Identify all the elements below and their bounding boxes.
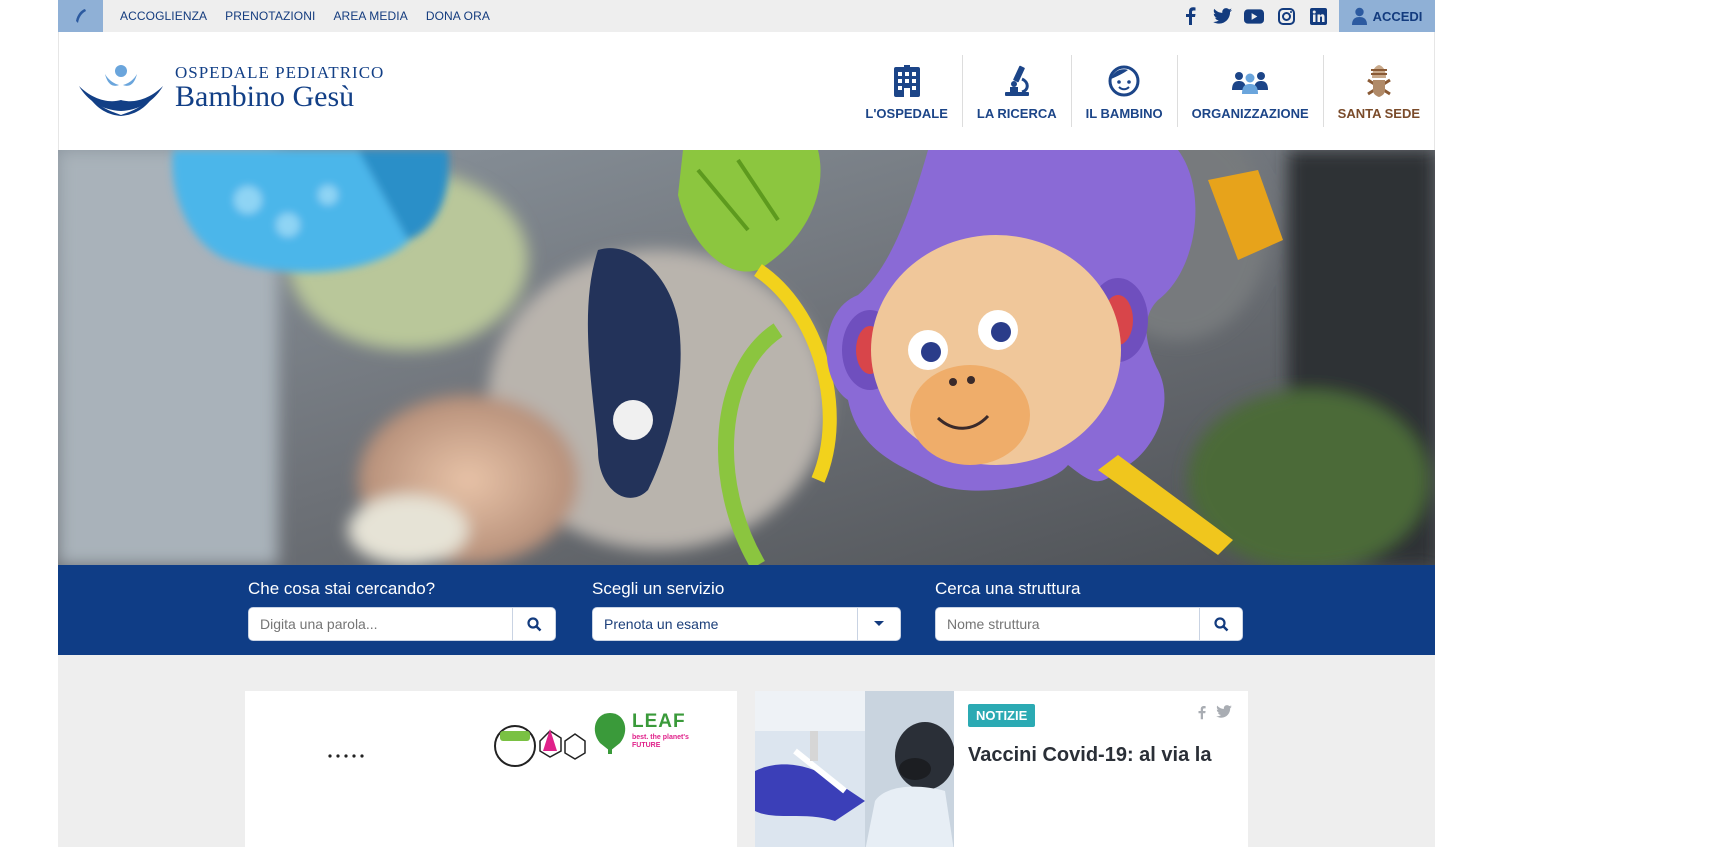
phone-icon [75, 9, 86, 23]
nav-label: LA RICERCA [976, 106, 1057, 121]
structure-search-group: Cerca una struttura [935, 579, 1243, 641]
news-share [1197, 705, 1232, 720]
facebook-icon[interactable] [1180, 6, 1200, 26]
nav-label: ORGANIZZAZIONE [1191, 106, 1309, 121]
service-select-group: Scegli un servizio Prenota un esame [592, 579, 901, 641]
linkedin-icon[interactable] [1308, 6, 1328, 26]
nav-label: L'OSPEDALE [865, 106, 948, 121]
hero-image [58, 150, 1435, 565]
structure-search-input[interactable] [936, 608, 1199, 640]
login-label: ACCEDI [1372, 8, 1423, 24]
leaf-project-card[interactable]: LEAF best. the planet's FUTURE [245, 691, 737, 847]
structure-search-button[interactable] [1199, 608, 1242, 640]
keyword-search-input[interactable] [249, 608, 512, 640]
main-navigation: L'OSPEDALE LA RICERCA IL BAMBINO ORGANIZ… [851, 55, 1434, 127]
search-icon [1213, 616, 1228, 631]
service-selected-value: Prenota un esame [593, 608, 857, 640]
service-select[interactable]: Prenota un esame [592, 607, 901, 641]
link-accoglienza[interactable]: ACCOGLIENZA [120, 9, 207, 23]
nav-item-organizzazione[interactable]: ORGANIZZAZIONE [1176, 55, 1323, 127]
nav-item-bambino[interactable]: IL BAMBINO [1070, 55, 1177, 127]
service-dropdown-button[interactable] [857, 608, 900, 640]
nav-label: IL BAMBINO [1085, 106, 1163, 121]
search-band: Che cosa stai cercando? Scegli un serviz… [58, 565, 1435, 655]
microscope-icon [1004, 65, 1029, 96]
content-area: LEAF best. the planet's FUTURE NOTIZIE V… [58, 655, 1435, 847]
nav-item-ospedale[interactable]: L'OSPEDALE [851, 55, 962, 127]
youtube-icon[interactable] [1244, 6, 1264, 26]
structure-search-label: Cerca una struttura [935, 579, 1081, 598]
news-category-badge: NOTIZIE [968, 704, 1036, 727]
link-prenotazioni[interactable]: PRENOTAZIONI [225, 9, 315, 23]
utility-bar: ACCOGLIENZA PRENOTAZIONI AREA MEDIA DONA… [58, 0, 1435, 32]
keyword-search-box [248, 607, 556, 641]
service-select-label: Scegli un servizio [592, 579, 725, 598]
leaf-logo-text: LEAF [632, 711, 686, 732]
site-header: OSPEDALE PEDIATRICO Bambino Gesù L'OSPED… [58, 32, 1435, 150]
structure-search-box [935, 607, 1243, 641]
hero-photo [58, 150, 1435, 565]
nav-item-santa-sede[interactable]: SANTA SEDE [1322, 55, 1434, 127]
twitter-icon[interactable] [1212, 6, 1232, 26]
people-group-icon [1232, 72, 1269, 94]
hospital-building-icon [893, 65, 920, 97]
facebook-icon[interactable] [1197, 705, 1206, 720]
nav-item-ricerca[interactable]: LA RICERCA [961, 55, 1071, 127]
keyword-search-label: Che cosa stai cercando? [248, 579, 436, 598]
child-face-icon [1108, 65, 1140, 97]
social-links [1180, 0, 1328, 32]
user-icon [1351, 7, 1367, 25]
nav-label: SANTA SEDE [1337, 106, 1420, 121]
twitter-icon[interactable] [1216, 705, 1232, 718]
news-card[interactable]: NOTIZIE Vaccini Covid-19: al via la [755, 691, 1248, 847]
login-button[interactable]: ACCEDI [1339, 0, 1435, 32]
utility-links: ACCOGLIENZA PRENOTAZIONI AREA MEDIA DONA… [120, 0, 490, 32]
page: ACCOGLIENZA PRENOTAZIONI AREA MEDIA DONA… [58, 0, 1435, 847]
chevron-down-icon [874, 621, 884, 626]
hospital-logo[interactable]: OSPEDALE PEDIATRICO Bambino Gesù [79, 64, 384, 116]
link-dona-ora[interactable]: DONA ORA [426, 9, 490, 23]
papal-coat-of-arms-icon [1367, 65, 1391, 97]
news-title[interactable]: Vaccini Covid-19: al via la [968, 743, 1238, 767]
logo-emblem-icon [79, 65, 163, 116]
phone-button[interactable] [58, 0, 103, 32]
keyword-search-group: Che cosa stai cercando? [248, 579, 556, 641]
keyword-search-button[interactable] [512, 608, 555, 640]
search-icon [526, 616, 541, 631]
news-thumbnail [755, 691, 954, 847]
instagram-icon[interactable] [1276, 6, 1296, 26]
logo-line-2: Bambino Gesù [175, 80, 355, 113]
link-area-media[interactable]: AREA MEDIA [333, 9, 407, 23]
leaf-logo-subtitle: best. the planet's FUTURE [632, 734, 689, 749]
